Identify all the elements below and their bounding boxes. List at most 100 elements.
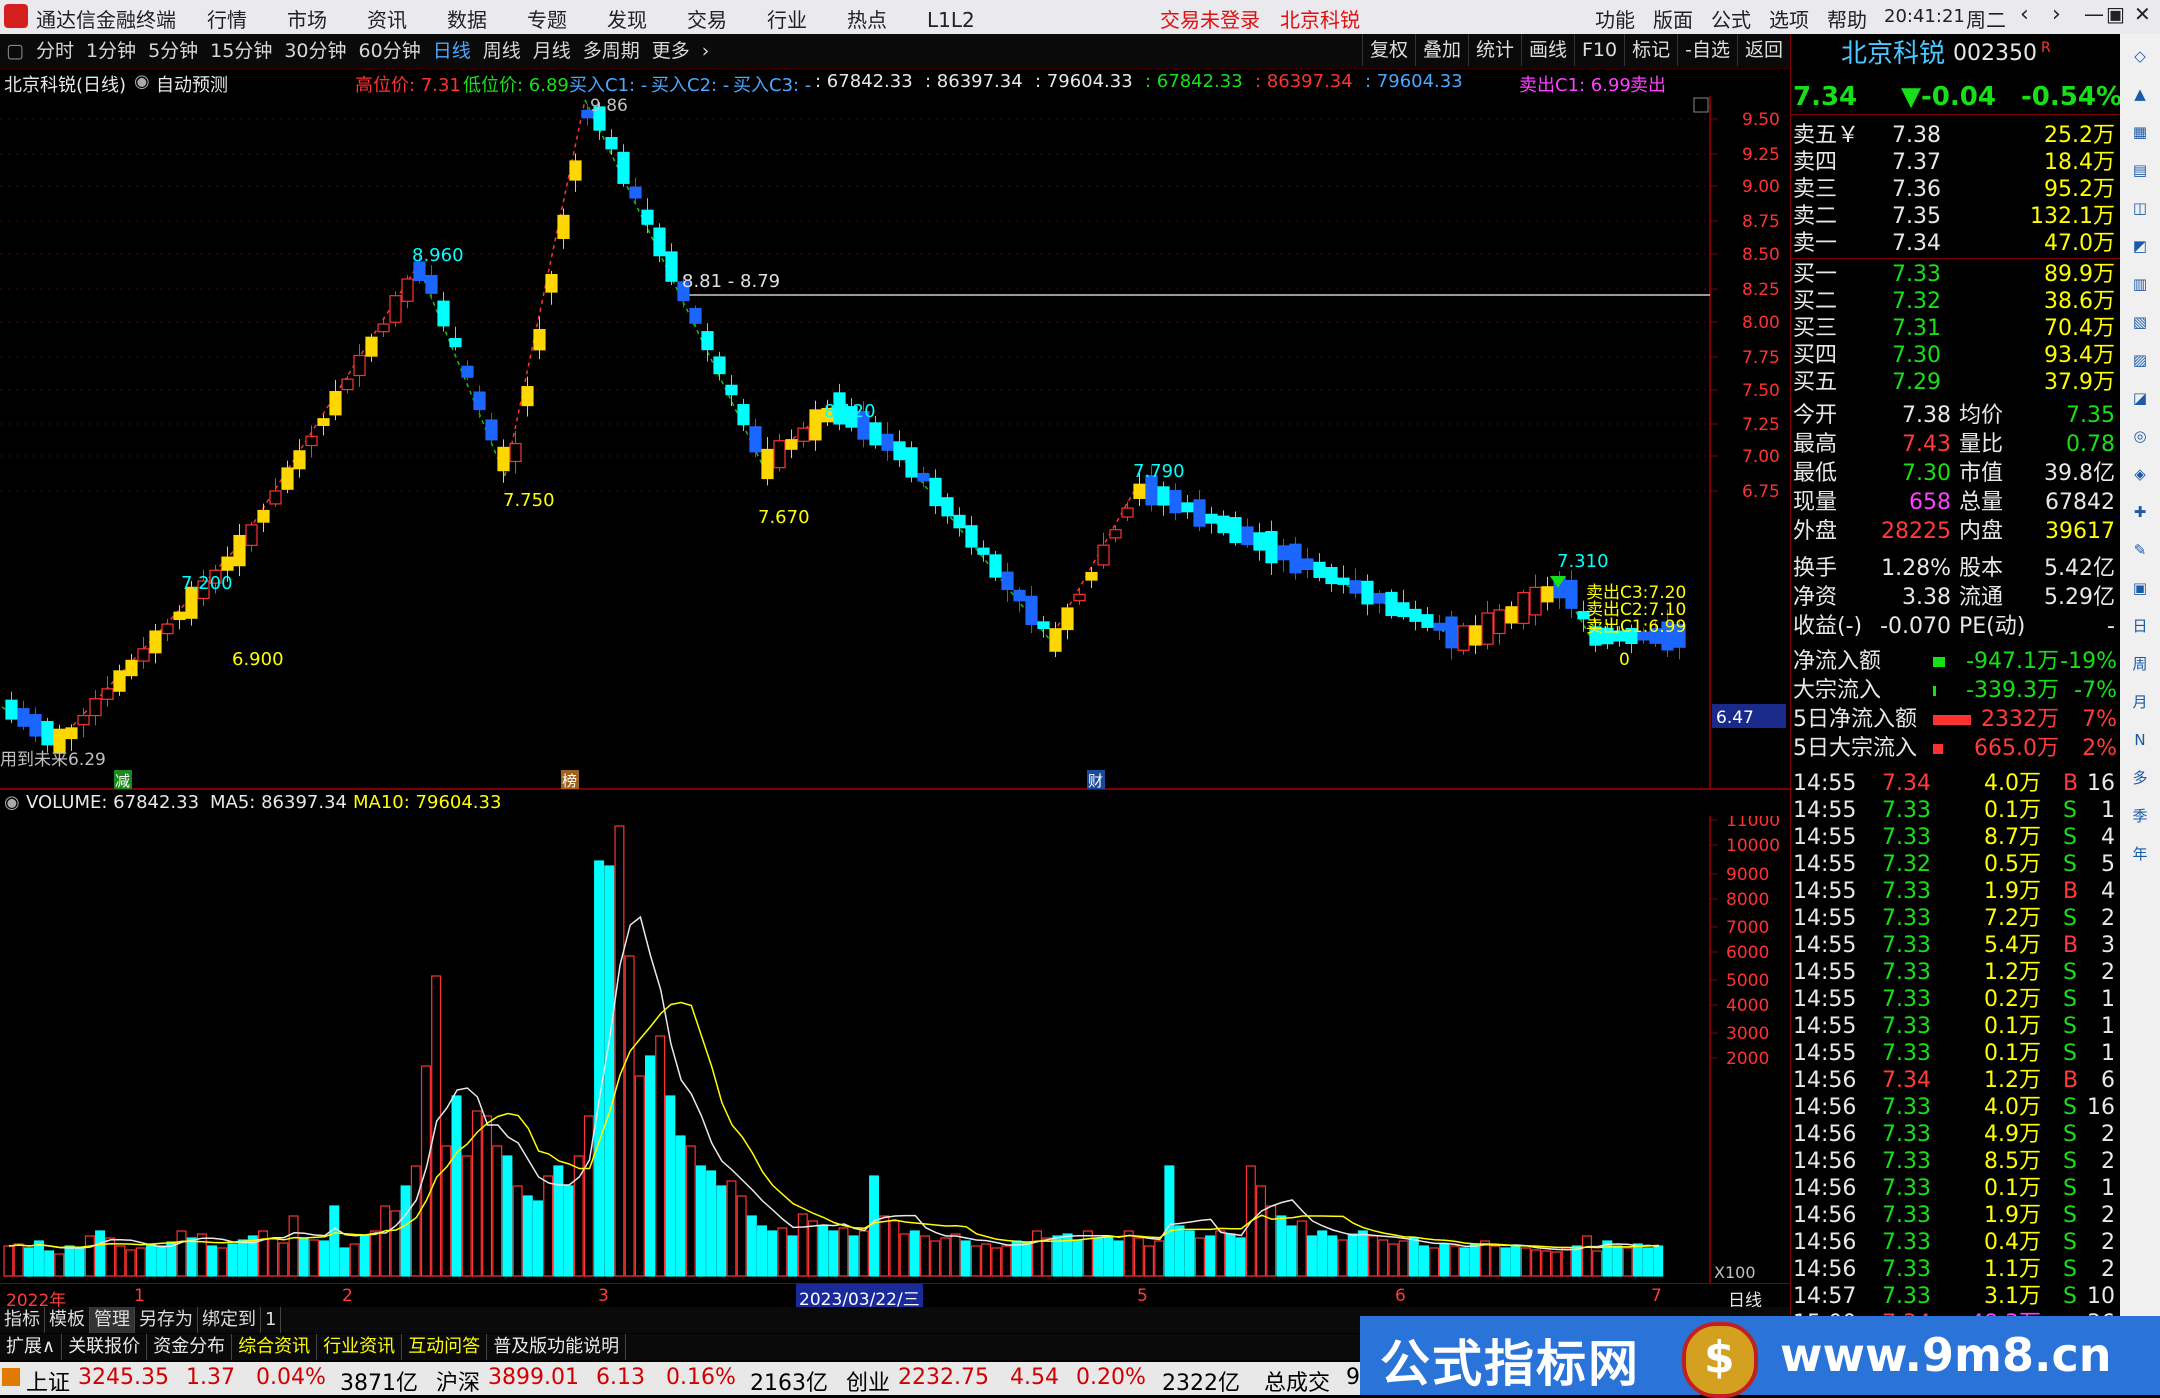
period-shortcut[interactable]: N: [2124, 724, 2156, 756]
candle-body[interactable]: [41, 721, 54, 746]
candle-body[interactable]: [929, 477, 942, 507]
candle-body[interactable]: [1241, 526, 1254, 546]
volume-bar[interactable]: [879, 1215, 890, 1277]
tick-row[interactable]: 14:57 7.33 3.1万 S 10: [1791, 1283, 2121, 1310]
bid-row[interactable]: 买四 7.30 93.4万: [1791, 342, 2121, 369]
volume-bar[interactable]: [227, 1243, 238, 1277]
candle-body[interactable]: [653, 227, 666, 257]
stat-row[interactable]: 最高 7.43 量比 0.78: [1791, 431, 2121, 458]
volume-bar[interactable]: [319, 1240, 330, 1277]
menu-item[interactable]: L1L2: [927, 8, 975, 32]
candle-body[interactable]: [665, 251, 678, 282]
volume-bar[interactable]: [1337, 1239, 1348, 1277]
volume-bar[interactable]: [1144, 1245, 1155, 1277]
menu-item[interactable]: 热点: [847, 8, 887, 32]
stat-row[interactable]: 外盘 28225 内盘 39617: [1791, 518, 2121, 545]
tick-row[interactable]: 14:55 7.33 1.9万 B 4: [1791, 878, 2121, 905]
volume-bar[interactable]: [655, 1035, 666, 1277]
period-shortcut[interactable]: 年: [2124, 838, 2156, 870]
volume-bar[interactable]: [889, 1220, 900, 1277]
candle-body[interactable]: [905, 447, 918, 478]
volume-bar[interactable]: [1103, 1235, 1114, 1277]
tick-row[interactable]: 14:56 7.33 0.4万 S 2: [1791, 1229, 2121, 1256]
volume-bar[interactable]: [135, 1247, 146, 1277]
volume-bar[interactable]: [44, 1250, 55, 1277]
volume-bar[interactable]: [614, 825, 625, 1277]
candle-body[interactable]: [65, 727, 78, 740]
volume-bar[interactable]: [1643, 1247, 1654, 1277]
volume-bar[interactable]: [1408, 1237, 1419, 1277]
volume-bar[interactable]: [716, 1185, 727, 1277]
panel-toggle-icon[interactable]: [1693, 97, 1709, 113]
volume-bar[interactable]: [1398, 1240, 1409, 1277]
candle-body[interactable]: [329, 391, 342, 416]
menu-item[interactable]: 版面: [1653, 8, 1693, 32]
candle-body[interactable]: [1001, 571, 1014, 591]
volume-bar[interactable]: [115, 1245, 126, 1277]
volume-bar[interactable]: [3, 1245, 14, 1277]
volume-bar[interactable]: [1388, 1243, 1399, 1277]
volume-bar[interactable]: [665, 1095, 676, 1277]
minimize-icon[interactable]: —: [2084, 2, 2104, 26]
toolbar-icon[interactable]: ◫: [2124, 192, 2156, 224]
volume-bar[interactable]: [1276, 1215, 1287, 1277]
toolbar-button[interactable]: 标记: [1624, 34, 1677, 66]
tab-1[interactable]: 1: [261, 1307, 282, 1333]
volume-bar[interactable]: [1133, 1237, 1144, 1277]
volume-bar[interactable]: [695, 1165, 706, 1277]
candle-body[interactable]: [1109, 529, 1122, 539]
candle-body[interactable]: [137, 648, 150, 662]
volume-bar[interactable]: [1225, 1233, 1236, 1277]
period-shortcut[interactable]: 日: [2124, 610, 2156, 642]
candle-body[interactable]: [401, 278, 414, 302]
tab-related-quote[interactable]: 关联报价: [62, 1334, 148, 1360]
volume-bar[interactable]: [33, 1240, 44, 1277]
volume-bar[interactable]: [217, 1247, 228, 1277]
more-chevron-icon[interactable]: ›: [696, 34, 716, 68]
tab-bind[interactable]: 绑定到: [198, 1307, 261, 1333]
volume-bar[interactable]: [1531, 1249, 1542, 1277]
collapse-icon[interactable]: ▢: [0, 34, 30, 68]
volume-bar[interactable]: [909, 1230, 920, 1277]
candle-body[interactable]: [797, 427, 810, 442]
candle-body[interactable]: [869, 422, 882, 446]
volume-bar[interactable]: [268, 1237, 279, 1277]
volume-bar[interactable]: [940, 1237, 951, 1277]
volume-bar[interactable]: [1459, 1247, 1470, 1277]
volume-bar[interactable]: [960, 1240, 971, 1277]
volume-bar[interactable]: [186, 1237, 197, 1277]
candle-body[interactable]: [1529, 586, 1542, 616]
tick-row[interactable]: 14:55 7.33 8.7万 S 4: [1791, 824, 2121, 851]
volume-bar[interactable]: [726, 1180, 737, 1277]
flow-row[interactable]: 大宗流入 -339.3万 -7%: [1791, 677, 2121, 704]
tick-row[interactable]: 14:55 7.33 0.2万 S 1: [1791, 986, 2121, 1013]
volume-bar[interactable]: [145, 1243, 156, 1277]
period-tab[interactable]: 60分钟: [353, 34, 427, 68]
volume-bar[interactable]: [1296, 1220, 1307, 1277]
bid-row[interactable]: 买一 7.33 89.9万: [1791, 261, 2121, 288]
candle-body[interactable]: [1493, 609, 1506, 635]
candle-body[interactable]: [605, 136, 618, 150]
candle-body[interactable]: [245, 524, 258, 546]
volume-bar[interactable]: [930, 1240, 941, 1277]
volume-bar[interactable]: [685, 1145, 696, 1277]
candle-body[interactable]: [1037, 621, 1050, 630]
toolbar-button[interactable]: 画线: [1520, 34, 1574, 66]
candle-body[interactable]: [1541, 586, 1554, 603]
volume-bar[interactable]: [54, 1253, 65, 1277]
candle-body[interactable]: [1157, 486, 1170, 506]
menu-item[interactable]: 行情: [207, 8, 247, 32]
volume-bar[interactable]: [553, 1165, 564, 1277]
forward-arrow-icon[interactable]: ›: [2052, 2, 2061, 27]
candle-body[interactable]: [1397, 602, 1410, 618]
predict-toggle-icon[interactable]: ◉: [134, 71, 150, 92]
volume-bar[interactable]: [1235, 1237, 1246, 1277]
candle-body[interactable]: [917, 472, 930, 482]
candle-body[interactable]: [1133, 483, 1146, 499]
volume-bar[interactable]: [970, 1245, 981, 1277]
candle-body[interactable]: [5, 699, 18, 720]
volume-bar[interactable]: [1174, 1225, 1185, 1277]
tab-help[interactable]: 普及版功能说明: [487, 1334, 627, 1360]
volume-bar[interactable]: [797, 1213, 808, 1277]
volume-bar[interactable]: [156, 1245, 167, 1277]
